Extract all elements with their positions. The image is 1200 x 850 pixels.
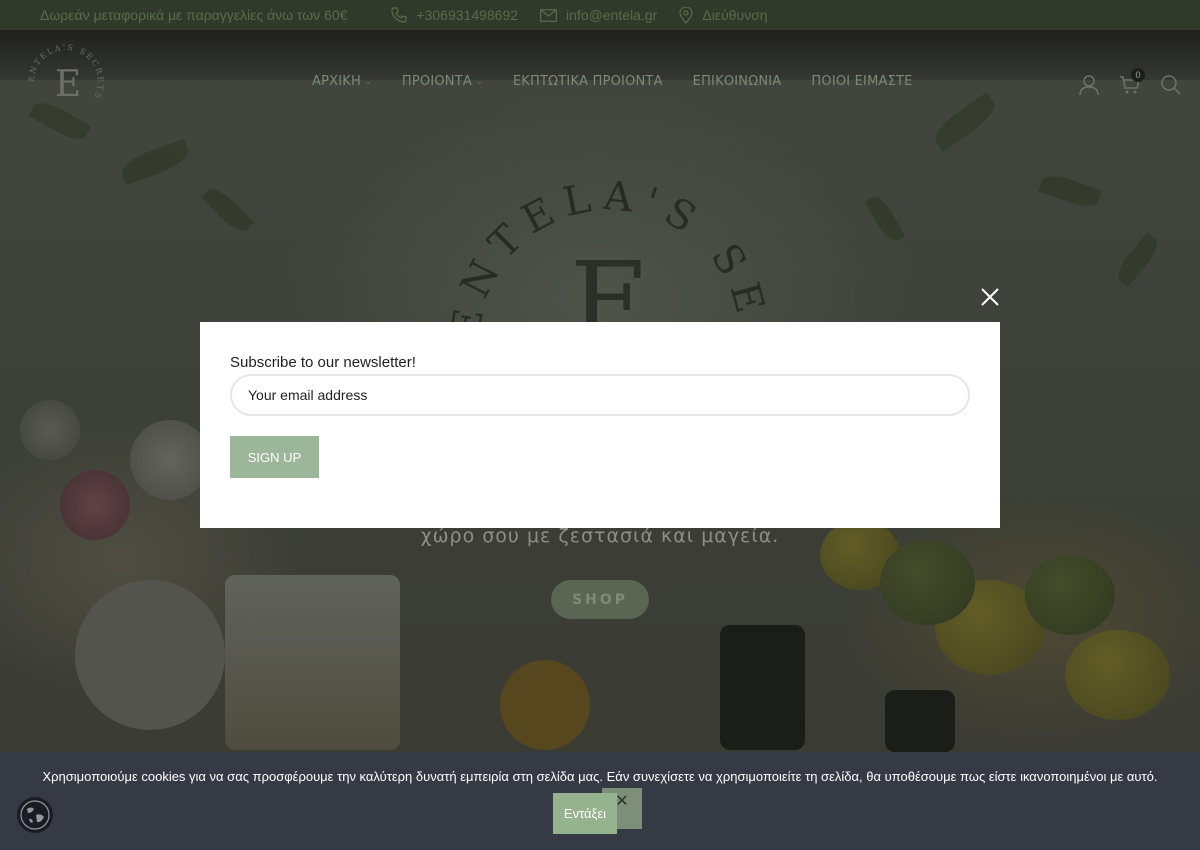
mail-icon: [540, 8, 557, 22]
close-icon: ✕: [615, 793, 629, 810]
cart-icon[interactable]: 0: [1119, 68, 1145, 96]
topbar-email[interactable]: info@entela.gr: [540, 7, 657, 23]
nav-discount-products-label: ΕΚΠΤΩΤΙΚΑ ΠΡΟΙΟΝΤΑ: [512, 74, 663, 89]
top-bar: Δωρεάν μεταφορικά με παραγγελίες άνω των…: [0, 0, 1200, 30]
nav-about[interactable]: ΠΟΙΟΙ ΕΙΜΑΣΤΕ: [811, 74, 912, 89]
newsletter-modal: Subscribe to our newsletter! SIGN UP: [200, 322, 1000, 528]
account-icon[interactable]: [1078, 74, 1100, 96]
nav-home-label: ΑΡΧΙΚΗ: [312, 74, 361, 89]
signup-button[interactable]: SIGN UP: [230, 436, 319, 478]
site-logo[interactable]: ENTELA'S SECRETS E: [26, 42, 106, 122]
nav-discount-products[interactable]: ΕΚΠΤΩΤΙΚΑ ΠΡΟΙΟΝΤΑ: [513, 74, 663, 89]
nav-contact-label: ΕΠΙΚΟΙΝΩΝΙΑ: [692, 74, 782, 89]
cookie-accept-button[interactable]: Εντάξει: [553, 793, 617, 834]
topbar-phone[interactable]: +306931498692: [391, 7, 518, 23]
shipping-promo: Δωρεάν μεταφορικά με παραγγελίες άνω των…: [40, 7, 348, 23]
nav-products-label: ΠΡΟΙΟΝΤΑ: [401, 74, 472, 89]
nav-home[interactable]: ΑΡΧΙΚΗ ⌄: [312, 74, 372, 89]
shop-button[interactable]: SHOP: [551, 580, 649, 619]
cookie-message: Χρησιμοποιούμε cookies για να σας προσφέ…: [42, 769, 1158, 784]
address-link: Διεύθυνση: [702, 7, 768, 23]
newsletter-email-input[interactable]: [230, 374, 970, 416]
nav-contact[interactable]: ΕΠΙΚΟΙΝΩΝΙΑ: [693, 74, 782, 89]
nav-products[interactable]: ΠΡΟΙΟΝΤΑ ⌄: [402, 74, 483, 89]
site-header: [0, 30, 1200, 80]
header-actions: 0: [1078, 68, 1200, 96]
phone-icon: [391, 7, 408, 23]
hero-subtitle: χώρο σου με ζεστασιά και μαγεία.: [420, 525, 780, 547]
modal-close-icon[interactable]: [979, 286, 1001, 308]
chevron-down-icon: ⌄: [364, 77, 372, 86]
phone-number: +306931498692: [416, 7, 519, 23]
main-nav: ΑΡΧΙΚΗ ⌄ ΠΡΟΙΟΝΤΑ ⌄ ΕΚΠΤΩΤΙΚΑ ΠΡΟΙΟΝΤΑ Ε…: [312, 74, 943, 89]
cookie-banner: Χρησιμοποιούμε cookies για να σας προσφέ…: [0, 752, 1200, 850]
cart-count-badge: 0: [1131, 68, 1145, 82]
newsletter-label: Subscribe to our newsletter!: [230, 354, 416, 371]
search-icon[interactable]: [1160, 74, 1182, 96]
language-globe-icon[interactable]: [17, 797, 53, 833]
location-pin-icon: [679, 6, 693, 24]
email-address: info@entela.gr: [566, 7, 658, 23]
nav-about-label: ΠΟΙΟΙ ΕΙΜΑΣΤΕ: [811, 74, 913, 89]
topbar-address[interactable]: Διεύθυνση: [679, 6, 768, 24]
chevron-down-icon: ⌄: [475, 77, 483, 86]
logo-monogram: E: [55, 64, 81, 105]
